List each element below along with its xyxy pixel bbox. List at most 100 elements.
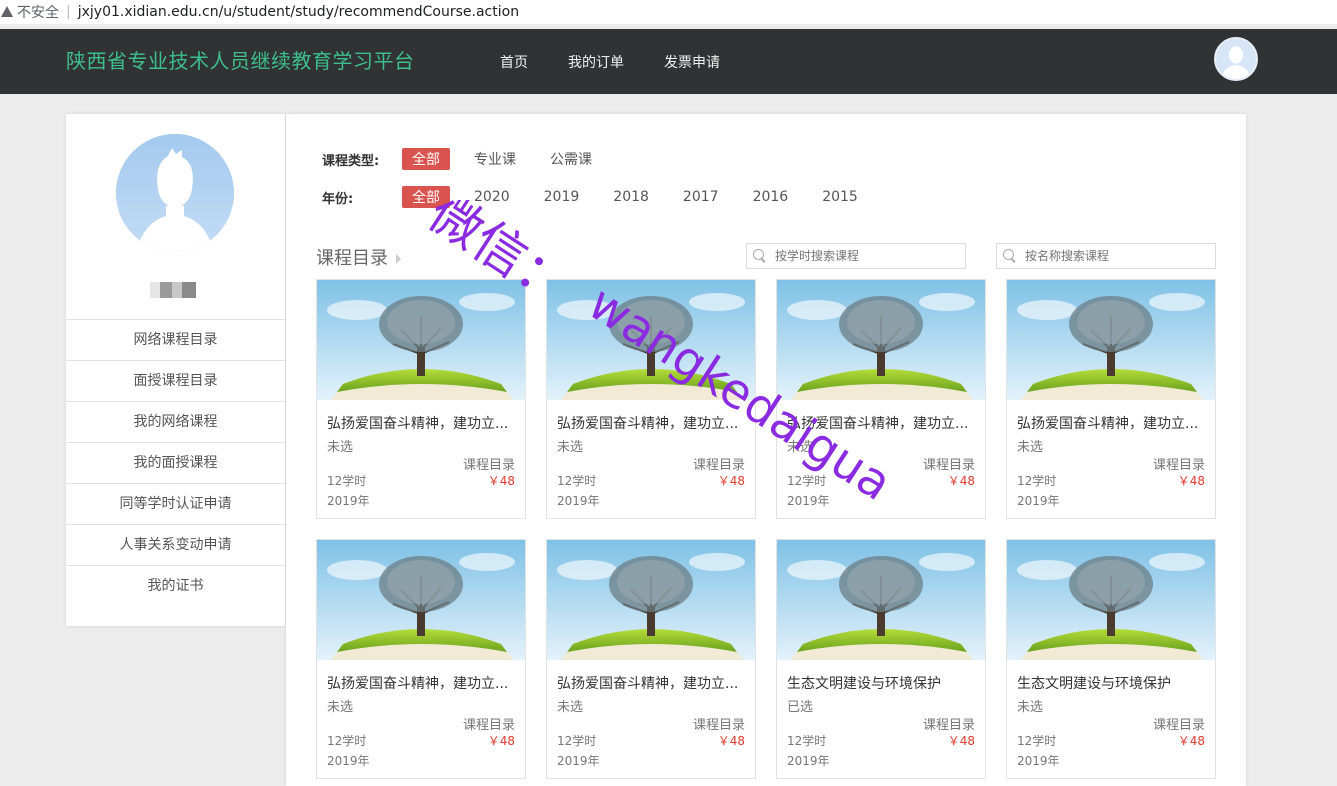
course-status: 未选 bbox=[557, 700, 584, 715]
warning-icon bbox=[1, 6, 13, 18]
user-silhouette-icon bbox=[116, 134, 234, 252]
course-hours: 12学时 bbox=[327, 734, 367, 748]
chevron-right-icon bbox=[396, 254, 401, 264]
type-all[interactable]: 全部 bbox=[402, 148, 450, 170]
sidebar-item-personnel-change[interactable]: 人事关系变动申请 bbox=[66, 524, 285, 565]
course-card[interactable]: 弘扬爱国奋斗精神，建功立... 未选 课程目录 12学时 ￥48 2019年 bbox=[1006, 279, 1216, 519]
year-2020[interactable]: 2020 bbox=[464, 188, 520, 206]
course-catalog-link[interactable]: 课程目录 bbox=[1153, 454, 1205, 473]
course-title: 弘扬爱国奋斗精神，建功立... bbox=[557, 416, 739, 432]
course-catalog-link[interactable]: 课程目录 bbox=[923, 714, 975, 733]
year-2019[interactable]: 2019 bbox=[534, 188, 590, 206]
search-by-hours[interactable] bbox=[746, 243, 966, 269]
avatar-icon bbox=[1216, 39, 1256, 79]
search-hours-input[interactable] bbox=[775, 249, 955, 263]
separator: | bbox=[66, 4, 71, 20]
course-status: 未选 bbox=[787, 440, 814, 455]
user-avatar[interactable] bbox=[1214, 37, 1258, 81]
course-catalog-link[interactable]: 课程目录 bbox=[1153, 714, 1205, 733]
course-catalog-link[interactable]: 课程目录 bbox=[923, 454, 975, 473]
top-header: 陕西省专业技术人员继续教育学习平台 首页 我的订单 发票申请 bbox=[0, 29, 1337, 94]
course-thumbnail-tree-book bbox=[1007, 540, 1215, 660]
sidebar-item-offline-catalog[interactable]: 面授课程目录 bbox=[66, 360, 285, 401]
year-filter: 年份: 全部 2020 2019 2018 2017 2016 2015 bbox=[322, 186, 882, 208]
search-icon bbox=[1003, 249, 1017, 263]
url-text[interactable]: jxjy01.xidian.edu.cn/u/student/study/rec… bbox=[78, 4, 519, 20]
sidebar: 网络课程目录 面授课程目录 我的网络课程 我的面授课程 同等学时认证申请 人事关… bbox=[66, 114, 285, 626]
course-hours: 12学时 bbox=[1017, 734, 1057, 748]
year-all[interactable]: 全部 bbox=[402, 186, 450, 208]
course-card[interactable]: 生态文明建设与环境保护 未选 课程目录 12学时 ￥48 2019年 bbox=[1006, 539, 1216, 779]
course-hours: 12学时 bbox=[1017, 474, 1057, 488]
browser-address-bar[interactable]: 不安全 | jxjy01.xidian.edu.cn/u/student/stu… bbox=[0, 0, 1337, 24]
course-year: 2019年 bbox=[1017, 494, 1060, 508]
course-thumbnail-tree-book bbox=[1007, 280, 1215, 400]
course-year: 2019年 bbox=[557, 494, 600, 508]
nav-my-orders[interactable]: 我的订单 bbox=[568, 52, 624, 72]
search-icon bbox=[753, 249, 767, 263]
insecure-label: 不安全 bbox=[17, 5, 59, 21]
course-price: ￥48 bbox=[487, 734, 515, 748]
course-catalog-link[interactable]: 课程目录 bbox=[693, 454, 745, 473]
course-price: ￥48 bbox=[947, 474, 975, 488]
sidebar-item-certificates[interactable]: 我的证书 bbox=[66, 565, 285, 606]
course-status: 未选 bbox=[327, 700, 354, 715]
course-card[interactable]: 弘扬爱国奋斗精神，建功立... 未选 课程目录 12学时 ￥48 2019年 bbox=[316, 279, 526, 519]
sidebar-menu: 网络课程目录 面授课程目录 我的网络课程 我的面授课程 同等学时认证申请 人事关… bbox=[66, 319, 285, 606]
course-status: 未选 bbox=[1017, 440, 1044, 455]
course-title: 生态文明建设与环境保护 bbox=[787, 676, 941, 692]
search-by-name[interactable] bbox=[996, 243, 1216, 269]
course-hours: 12学时 bbox=[327, 474, 367, 488]
year-2018[interactable]: 2018 bbox=[603, 188, 659, 206]
course-price: ￥48 bbox=[487, 474, 515, 488]
course-catalog-link[interactable]: 课程目录 bbox=[693, 714, 745, 733]
course-year: 2019年 bbox=[557, 754, 600, 768]
nav-home[interactable]: 首页 bbox=[500, 52, 528, 72]
course-status: 未选 bbox=[1017, 700, 1044, 715]
course-thumbnail-tree-book bbox=[547, 540, 755, 660]
course-price: ￥48 bbox=[1177, 734, 1205, 748]
year-filter-label: 年份: bbox=[322, 191, 354, 207]
course-thumbnail-tree-book bbox=[777, 540, 985, 660]
course-thumbnail-tree-book bbox=[547, 280, 755, 400]
course-card[interactable]: 生态文明建设与环境保护 已选 课程目录 12学时 ￥48 2019年 bbox=[776, 539, 986, 779]
course-card[interactable]: 弘扬爱国奋斗精神，建功立... 未选 课程目录 12学时 ￥48 2019年 bbox=[776, 279, 986, 519]
course-thumbnail-tree-book bbox=[317, 280, 525, 400]
course-title: 弘扬爱国奋斗精神，建功立... bbox=[327, 416, 509, 432]
sidebar-item-equivalent-hours[interactable]: 同等学时认证申请 bbox=[66, 483, 285, 524]
year-2017[interactable]: 2017 bbox=[673, 188, 729, 206]
course-catalog-link[interactable]: 课程目录 bbox=[463, 454, 515, 473]
course-thumbnail-tree-book bbox=[777, 280, 985, 400]
sidebar-item-my-offline-courses[interactable]: 我的面授课程 bbox=[66, 442, 285, 483]
course-year: 2019年 bbox=[327, 494, 370, 508]
course-card[interactable]: 弘扬爱国奋斗精神，建功立... 未选 课程目录 12学时 ￥48 2019年 bbox=[316, 539, 526, 779]
course-price: ￥48 bbox=[947, 734, 975, 748]
main-panel: 课程类型: 全部 专业课 公需课 年份: 全部 2020 2019 2018 2… bbox=[286, 114, 1246, 786]
course-hours: 12学时 bbox=[557, 474, 597, 488]
course-title: 弘扬爱国奋斗精神，建功立... bbox=[787, 416, 969, 432]
course-price: ￥48 bbox=[717, 734, 745, 748]
course-year: 2019年 bbox=[787, 754, 830, 768]
course-thumbnail-tree-book bbox=[317, 540, 525, 660]
site-brand[interactable]: 陕西省专业技术人员继续教育学习平台 bbox=[66, 45, 415, 74]
course-year: 2019年 bbox=[787, 494, 830, 508]
type-public[interactable]: 公需课 bbox=[540, 148, 602, 170]
course-status: 未选 bbox=[327, 440, 354, 455]
course-card[interactable]: 弘扬爱国奋斗精神，建功立... 未选 课程目录 12学时 ￥48 2019年 bbox=[546, 539, 756, 779]
course-status: 未选 bbox=[557, 440, 584, 455]
year-2015[interactable]: 2015 bbox=[812, 188, 868, 206]
course-title: 弘扬爱国奋斗精神，建功立... bbox=[557, 676, 739, 692]
sidebar-item-my-online-courses[interactable]: 我的网络课程 bbox=[66, 401, 285, 442]
search-name-input[interactable] bbox=[1025, 249, 1205, 263]
course-status: 已选 bbox=[787, 700, 814, 715]
profile-avatar bbox=[116, 134, 234, 252]
course-card[interactable]: 弘扬爱国奋斗精神，建功立... 未选 课程目录 12学时 ￥48 2019年 bbox=[546, 279, 756, 519]
type-professional[interactable]: 专业课 bbox=[464, 148, 526, 170]
year-2016[interactable]: 2016 bbox=[743, 188, 799, 206]
type-filter: 课程类型: 全部 专业课 公需课 bbox=[322, 148, 616, 170]
course-catalog-link[interactable]: 课程目录 bbox=[463, 714, 515, 733]
course-title: 弘扬爱国奋斗精神，建功立... bbox=[327, 676, 509, 692]
catalog-title: 课程目录 bbox=[316, 248, 388, 269]
nav-invoice[interactable]: 发票申请 bbox=[664, 52, 720, 72]
sidebar-item-online-catalog[interactable]: 网络课程目录 bbox=[66, 319, 285, 360]
